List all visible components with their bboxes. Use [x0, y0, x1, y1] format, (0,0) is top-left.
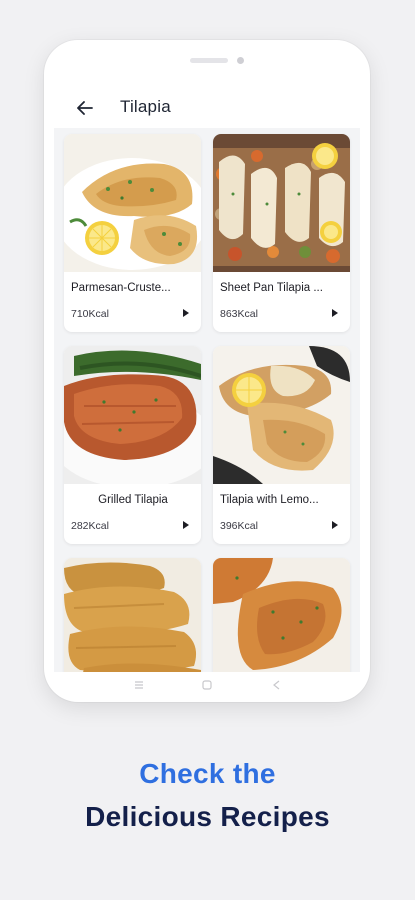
chevron-right-icon[interactable]: [181, 308, 191, 318]
recipe-image-tilapia-lemon: [213, 346, 350, 484]
recipe-card[interactable]: Tilapia with Lemo... 396Kcal: [213, 346, 350, 544]
phone-camera: [237, 57, 244, 64]
phone-mockup: Tilapia Parmesan-Cruste... 710Kcal Sheet…: [44, 40, 370, 702]
arrow-left-icon: [77, 101, 93, 115]
chevron-right-icon[interactable]: [181, 520, 191, 530]
recipe-kcal: 282Kcal: [71, 520, 109, 532]
menu-icon[interactable]: [132, 678, 146, 690]
recipe-kcal: 863Kcal: [220, 308, 258, 320]
tagline-line-2: Delicious Recipes: [85, 801, 330, 832]
recipe-name: Grilled Tilapia: [98, 494, 168, 506]
tagline-line-1: Check the: [139, 758, 276, 789]
recipe-name: Parmesan-Cruste...: [71, 282, 171, 294]
page-title: Tilapia: [120, 97, 171, 116]
recipe-kcal: 396Kcal: [220, 520, 258, 532]
recipe-card[interactable]: Parmesan-Cruste... 710Kcal: [64, 134, 201, 332]
chevron-right-icon[interactable]: [330, 520, 340, 530]
recipe-card[interactable]: Grilled Tilapia 282Kcal: [64, 346, 201, 544]
back-icon[interactable]: [270, 678, 284, 690]
recipe-card[interactable]: [213, 558, 350, 672]
recipe-image-breaded-tilapia: [64, 558, 201, 672]
recipe-name: Tilapia with Lemo...: [220, 494, 319, 506]
recipe-image-grilled-tilapia: [64, 346, 201, 484]
app-screen: Tilapia Parmesan-Cruste... 710Kcal Sheet…: [54, 86, 360, 672]
recipe-kcal: 710Kcal: [71, 308, 109, 320]
back-button[interactable]: [72, 95, 98, 121]
phone-speaker: [190, 58, 228, 63]
system-nav-bar: [44, 672, 370, 702]
recipe-image-baked-tilapia: [213, 558, 350, 672]
chevron-right-icon[interactable]: [330, 308, 340, 318]
top-app-bar: Tilapia: [54, 86, 360, 128]
recipe-card[interactable]: Sheet Pan Tilapia ... 863Kcal: [213, 134, 350, 332]
recipe-card[interactable]: [64, 558, 201, 672]
recipe-image-parmesan-tilapia: [64, 134, 201, 272]
recipe-image-sheet-pan-tilapia: [213, 134, 350, 272]
home-icon[interactable]: [200, 678, 214, 690]
recipe-name: Sheet Pan Tilapia ...: [220, 282, 323, 294]
